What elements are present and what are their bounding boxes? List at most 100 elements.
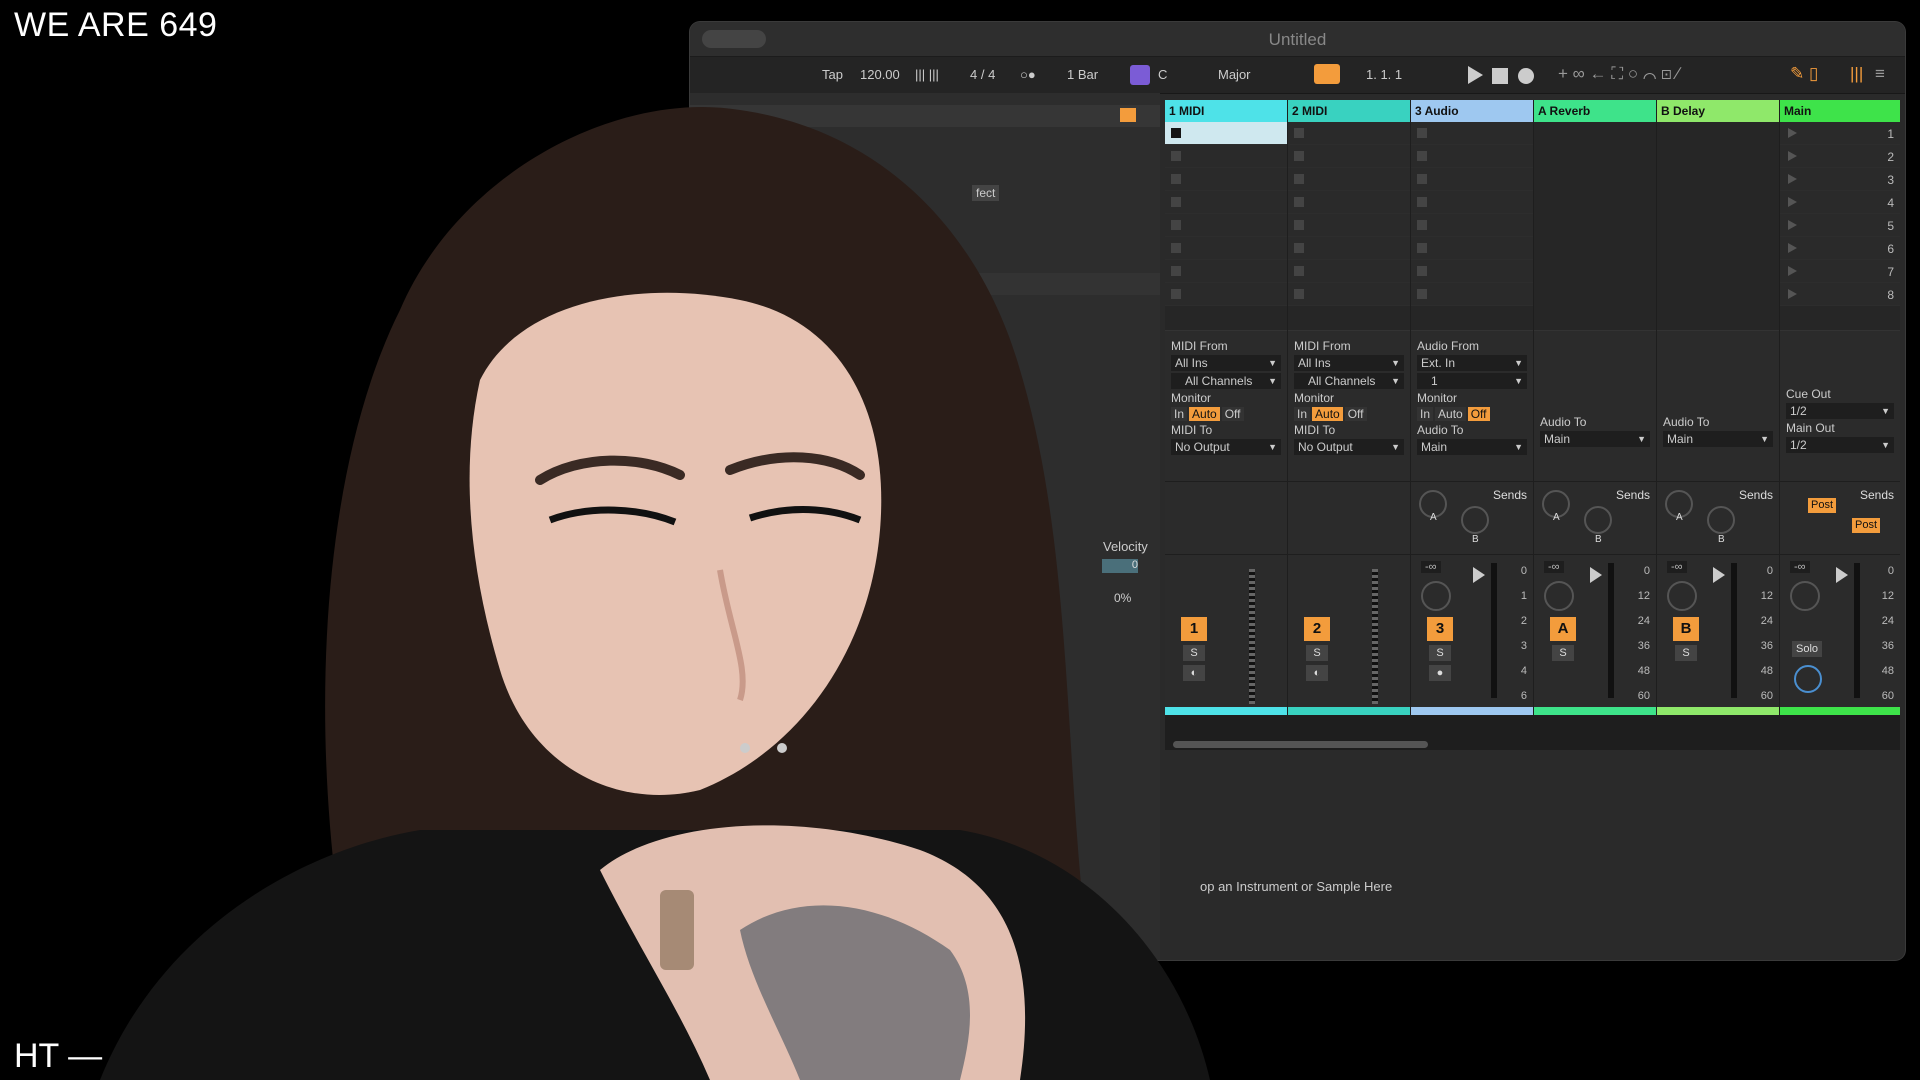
scene-launch[interactable]: 1 — [1780, 122, 1900, 145]
pan-knob[interactable] — [1544, 581, 1574, 611]
sends-section: Sends A B — [1411, 481, 1533, 554]
solo-button[interactable]: S — [1552, 645, 1574, 661]
volume-fader[interactable] — [1590, 567, 1602, 583]
solo-button[interactable]: Solo — [1792, 641, 1822, 657]
audio-to-select[interactable]: Main — [1540, 431, 1650, 447]
input-channel-select[interactable]: 1 — [1417, 373, 1527, 389]
volume-readout[interactable]: -∞ — [1544, 561, 1564, 573]
track-header[interactable]: Main — [1780, 100, 1900, 122]
track-activator[interactable]: A — [1550, 617, 1576, 641]
clip-slot[interactable] — [1411, 122, 1533, 145]
scene-launch[interactable]: 6 — [1780, 237, 1900, 260]
scene-launch[interactable]: 5 — [1780, 214, 1900, 237]
pan-knob[interactable] — [1667, 581, 1697, 611]
send-b-knob[interactable] — [1461, 506, 1489, 534]
volume-readout[interactable]: -∞ — [1667, 561, 1687, 573]
volume-fader[interactable] — [1713, 567, 1725, 583]
midi-to-select[interactable]: No Output — [1294, 439, 1404, 455]
send-b-knob[interactable] — [1584, 506, 1612, 534]
scene-launch[interactable]: 8 — [1780, 283, 1900, 306]
scene-launch[interactable]: 7 — [1780, 260, 1900, 283]
overdub-icon[interactable]: + ∞ ← ⛶ ○ ⌒ ⊡ ∕ — [1558, 64, 1679, 84]
monitor-auto[interactable]: Auto — [1435, 407, 1466, 421]
clip-slot[interactable] — [1288, 237, 1410, 260]
volume-fader[interactable] — [1836, 567, 1848, 583]
monitor-in[interactable]: In — [1417, 407, 1434, 421]
channel-select[interactable]: All Channels — [1294, 373, 1404, 389]
sends-section: Sends A B — [1657, 481, 1779, 554]
track-color-bar — [1411, 707, 1533, 715]
record-icon[interactable] — [1518, 68, 1534, 84]
track-header[interactable]: B Delay — [1657, 100, 1779, 122]
clip-slot[interactable] — [1288, 191, 1410, 214]
arm-icon[interactable]: ◐ — [1306, 665, 1328, 681]
main-track: Main 1 2 3 4 5 6 7 8 Cue Out 1/2 Main Ou… — [1780, 100, 1900, 750]
clip-slot[interactable] — [1411, 214, 1533, 237]
solo-button[interactable]: S — [1306, 645, 1328, 661]
clip-slot[interactable] — [1288, 214, 1410, 237]
solo-button[interactable]: S — [1429, 645, 1451, 661]
audio-to-select[interactable]: Main — [1417, 439, 1527, 455]
clip-slot[interactable] — [1288, 168, 1410, 191]
clip-slot[interactable] — [1288, 283, 1410, 306]
clip-slot[interactable] — [1411, 283, 1533, 306]
midi-from-select[interactable]: All Ins — [1294, 355, 1404, 371]
audio-from-label: Audio From — [1417, 339, 1480, 353]
mixer-section: -∞ 0 12 24 36 48 60 Solo — [1780, 554, 1900, 715]
webcam-person — [100, 106, 1210, 1080]
track-color-bar — [1534, 707, 1656, 715]
send-b-knob[interactable] — [1707, 506, 1735, 534]
horizontal-scrollbar[interactable] — [1173, 741, 1428, 748]
song-position[interactable]: 1. 1. 1 — [1366, 67, 1402, 82]
track-activator[interactable]: 2 — [1304, 617, 1330, 641]
stop-icon[interactable] — [1492, 68, 1508, 84]
clip-slot[interactable] — [1411, 191, 1533, 214]
record-arm-icon[interactable]: ● — [1429, 665, 1451, 681]
main-out-select[interactable]: 1/2 — [1786, 437, 1894, 453]
clip-slot[interactable] — [1411, 145, 1533, 168]
scene-launch[interactable]: 2 — [1780, 145, 1900, 168]
pan-knob[interactable] — [1790, 581, 1820, 611]
clip-slot[interactable] — [1288, 145, 1410, 168]
clip-slot[interactable] — [1411, 237, 1533, 260]
io-section: MIDI From All Ins All Channels Monitor I… — [1288, 331, 1410, 481]
solo-button[interactable]: S — [1675, 645, 1697, 661]
audio-to-select[interactable]: Main — [1663, 431, 1773, 447]
monitor-in[interactable]: In — [1294, 407, 1311, 421]
audio-from-select[interactable]: Ext. In — [1417, 355, 1527, 371]
clip-slot[interactable] — [1411, 168, 1533, 191]
pan-knob[interactable] — [1421, 581, 1451, 611]
draw-mode-icon[interactable]: ✎ ▯ — [1790, 64, 1818, 84]
io-section: Cue Out 1/2 Main Out 1/2 — [1780, 331, 1900, 481]
stop-all-clips[interactable] — [1780, 306, 1900, 331]
track-header[interactable]: 2 MIDI — [1288, 100, 1410, 122]
track-header[interactable]: 3 Audio — [1411, 100, 1533, 122]
clip-slot[interactable] — [1411, 260, 1533, 283]
arrangement-view-icon[interactable]: ≡ — [1875, 64, 1885, 84]
track-header[interactable]: A Reverb — [1534, 100, 1656, 122]
clip-slot[interactable] — [1288, 122, 1410, 145]
cue-volume-knob[interactable] — [1794, 665, 1822, 693]
track-3-audio: 3 Audio Audio From Ext. In 1 Monitor In … — [1411, 100, 1533, 750]
volume-readout[interactable]: -∞ — [1790, 561, 1810, 573]
monitor-off[interactable]: Off — [1221, 407, 1244, 421]
monitor-auto[interactable]: Auto — [1312, 407, 1343, 421]
scene-launch[interactable]: 4 — [1780, 191, 1900, 214]
clip-stop-row[interactable] — [1288, 306, 1410, 331]
monitor-off[interactable]: Off — [1344, 407, 1367, 421]
scene-launch[interactable]: 3 — [1780, 168, 1900, 191]
follow-icon[interactable] — [1314, 64, 1340, 84]
cue-out-select[interactable]: 1/2 — [1786, 403, 1894, 419]
session-view-icon[interactable]: ||| — [1850, 64, 1863, 84]
post-button-a[interactable]: Post — [1808, 498, 1837, 513]
monitor-off[interactable]: Off — [1467, 407, 1490, 421]
volume-readout[interactable]: -∞ — [1421, 561, 1441, 573]
clip-stop-row[interactable] — [1411, 306, 1533, 331]
scale-select[interactable]: Major — [1218, 67, 1251, 82]
post-button-b[interactable]: Post — [1852, 518, 1881, 533]
play-icon[interactable] — [1468, 66, 1483, 84]
track-activator[interactable]: B — [1673, 617, 1699, 641]
track-activator[interactable]: 3 — [1427, 617, 1453, 641]
clip-slot[interactable] — [1288, 260, 1410, 283]
volume-fader[interactable] — [1473, 567, 1485, 583]
